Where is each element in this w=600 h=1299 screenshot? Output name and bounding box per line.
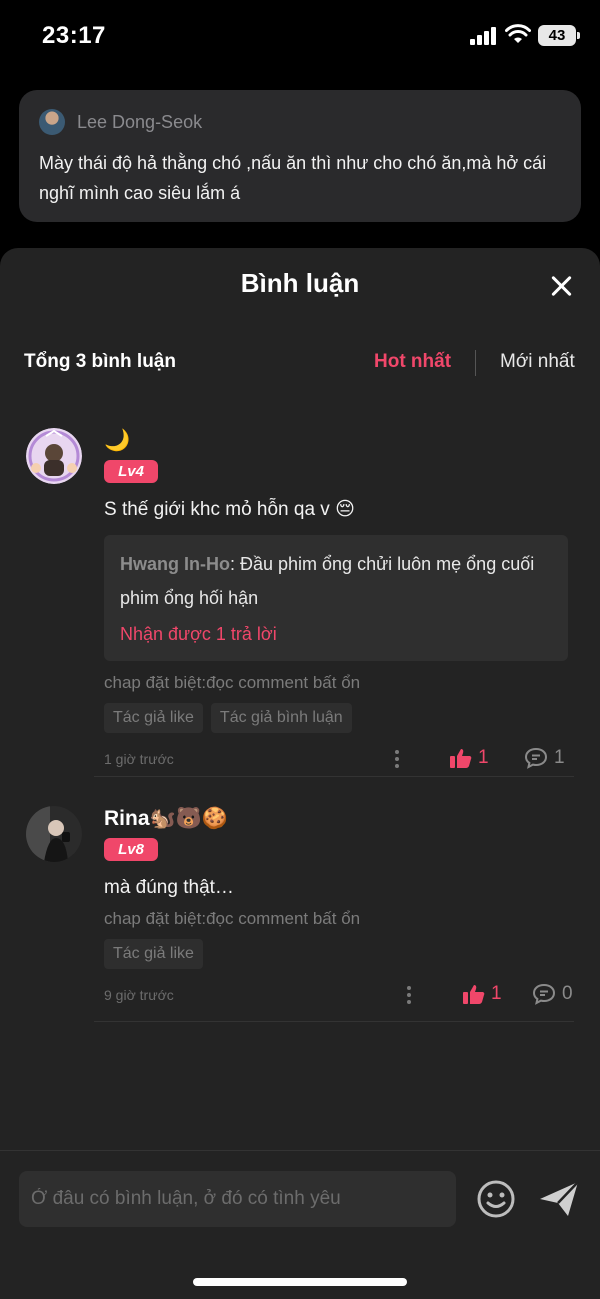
comment-author-name[interactable]: 🌙 [104, 426, 574, 456]
more-options-icon[interactable] [394, 750, 400, 770]
comment-meta: 9 giờ trước 1 0 [104, 981, 574, 1011]
tag-author-like: Tác giả like [104, 939, 203, 969]
battery-icon: 43 [538, 25, 580, 46]
like-button[interactable]: 1 [450, 747, 489, 769]
sort-hot-tab[interactable]: Hot nhất [374, 351, 451, 373]
close-icon[interactable] [548, 273, 574, 299]
avatar[interactable] [26, 428, 82, 484]
comment-author-name[interactable]: Rina🐿️🐻🍪 [104, 804, 574, 834]
reply-preview-text: Hwang In-Ho: Đầu phim ổng chửi luôn mẹ ổ… [120, 547, 552, 615]
sort-new-tab[interactable]: Mới nhất [500, 351, 575, 373]
like-count: 1 [478, 747, 489, 768]
like-button[interactable]: 1 [463, 983, 502, 1005]
chapter-note: chap đặt biệt:đọc comment bất ổn [104, 673, 361, 692]
comment-input[interactable] [19, 1171, 456, 1227]
comments-sheet: Bình luận Tổng 3 bình luận Hot nhất Mới … [0, 248, 600, 1299]
home-indicator [193, 1278, 407, 1286]
more-options-icon[interactable] [406, 986, 412, 1006]
comment-divider [94, 776, 574, 777]
sort-divider [475, 350, 476, 376]
tag-list: Tác giả like Tác giả bình luận [104, 703, 574, 733]
status-time: 23:17 [42, 22, 106, 49]
comment-text: mà đúng thật… [104, 877, 234, 898]
avatar[interactable] [26, 806, 82, 862]
emoji-icon[interactable] [476, 1179, 516, 1219]
reply-preview[interactable]: Hwang In-Ho: Đầu phim ổng chửi luôn mẹ ổ… [104, 535, 568, 661]
quote-text: Mày thái độ hả thằng chó ,nấu ăn thì như… [39, 153, 547, 203]
signal-icon [470, 27, 498, 45]
view-replies-link[interactable]: Nhận được 1 trả lời [120, 617, 552, 651]
level-badge: Lv8 [104, 838, 158, 861]
comment-bubble-icon [524, 747, 548, 769]
chapter-note: chap đặt biệt:đọc comment bất ổn [104, 909, 361, 928]
sheet-title: Bình luận [240, 268, 360, 298]
reply-button[interactable]: 1 [524, 747, 565, 769]
reply-button[interactable]: 0 [532, 983, 573, 1005]
wifi-icon [505, 24, 531, 43]
tag-author-comment: Tác giả bình luận [210, 703, 352, 733]
comment-bubble-icon [532, 983, 556, 1005]
timestamp: 9 giờ trước [104, 987, 174, 1003]
tag-author-like: Tác giả like [104, 703, 203, 733]
comment-divider [94, 1021, 574, 1022]
comment-body: 🌙 Lv4 S thế giới khc mỏ hỗn qa v 😔 Hwang… [104, 426, 574, 775]
comment-total: Tổng 3 bình luận [24, 351, 176, 372]
status-bar: 23:17 43 [0, 0, 600, 70]
avatar [39, 109, 65, 135]
reply-author-name: Hwang In-Ho [120, 554, 230, 574]
timestamp: 1 giờ trước [104, 751, 174, 767]
quoted-comment-card[interactable]: Lee Dong-Seok Mày thái độ hả thằng chó ,… [19, 90, 581, 222]
level-badge: Lv4 [104, 460, 158, 483]
like-count: 1 [491, 983, 502, 1004]
tag-list: Tác giả like [104, 939, 574, 969]
reply-count: 1 [554, 747, 565, 768]
comment-body: Rina🐿️🐻🍪 Lv8 mà đúng thật… chap đặt biệt… [104, 804, 574, 1011]
quote-author-row: Lee Dong-Seok [39, 108, 561, 136]
thumbs-up-icon [463, 985, 485, 1004]
quote-author-name: Lee Dong-Seok [77, 111, 203, 132]
comment-meta: 1 giờ trước 1 1 [104, 745, 574, 775]
thumbs-up-icon [450, 749, 472, 768]
reply-count: 0 [562, 983, 573, 1004]
send-icon[interactable] [538, 1179, 580, 1219]
comment-input-bar [0, 1150, 600, 1299]
comment-text: S thế giới khc mỏ hỗn qa v 😔 [104, 499, 355, 520]
